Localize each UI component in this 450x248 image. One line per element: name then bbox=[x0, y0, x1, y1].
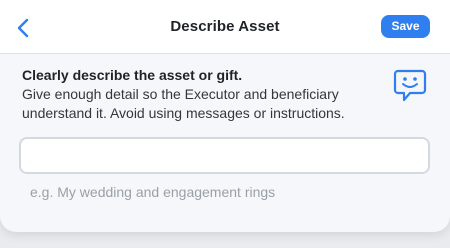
asset-description-input[interactable] bbox=[19, 137, 430, 174]
instructions: Clearly describe the asset or gift. Give… bbox=[22, 66, 382, 123]
header-bar: Describe Asset Save bbox=[0, 0, 450, 54]
instructions-description: Give enough detail so the Executor and b… bbox=[22, 86, 345, 121]
describe-asset-panel: Describe Asset Save Clearly describe the… bbox=[0, 0, 450, 232]
save-button[interactable]: Save bbox=[381, 15, 430, 38]
chat-smile-icon bbox=[393, 69, 427, 102]
example-hint: e.g. My wedding and engagement rings bbox=[30, 184, 276, 200]
instructions-heading: Clearly describe the asset or gift. bbox=[22, 67, 243, 83]
